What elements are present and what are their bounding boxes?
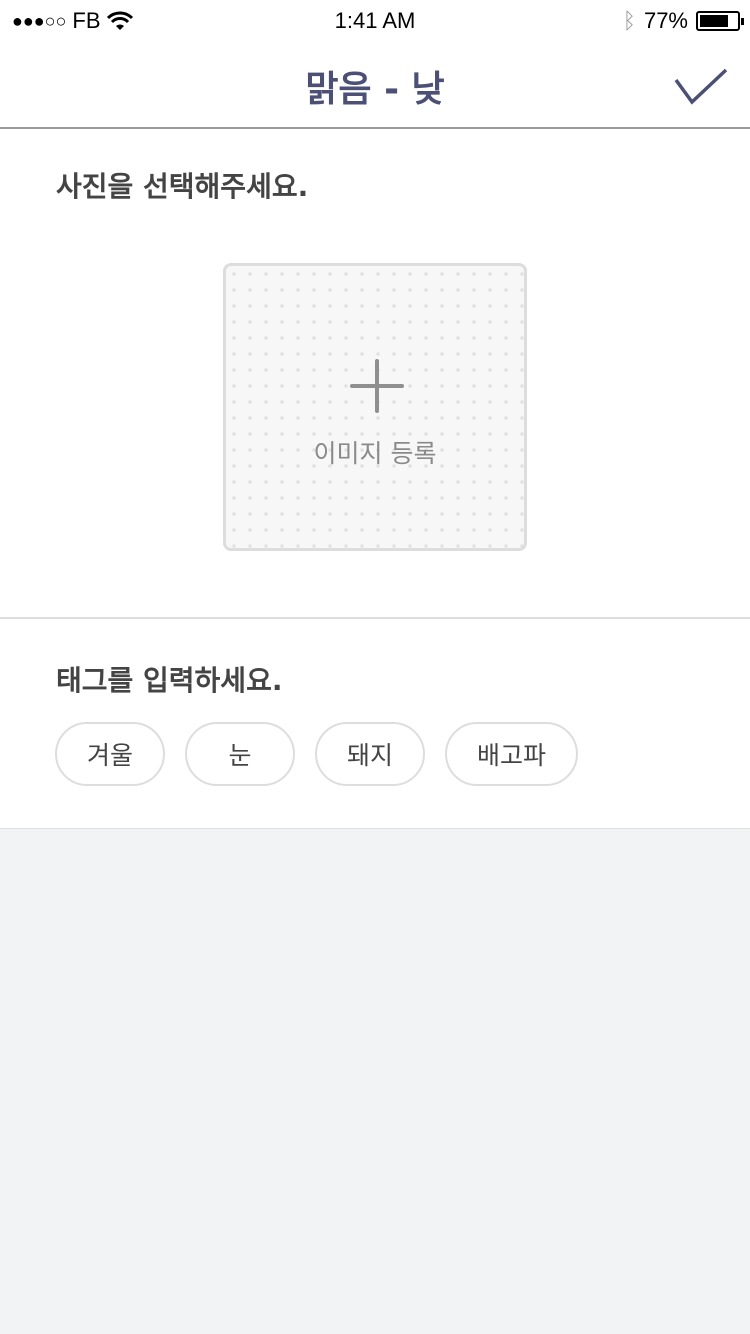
confirm-check-icon[interactable] (674, 68, 728, 106)
plus-icon (350, 359, 404, 413)
tag-chip[interactable]: 눈 (185, 722, 296, 786)
photo-heading: 사진을 선택해주세요. (56, 170, 309, 203)
battery-icon (696, 11, 744, 31)
image-upload-label: 이미지 등록 (313, 439, 437, 468)
tag-list: 겨울 눈 돼지 배고파 (55, 722, 579, 786)
tag-heading: 태그를 입력하세요. (56, 664, 283, 697)
bluetooth-icon: ᛒ (622, 8, 636, 33)
image-upload-button[interactable]: 이미지 등록 (223, 263, 527, 551)
tag-section: 태그를 입력하세요. 겨울 눈 돼지 배고파 (0, 619, 750, 829)
photo-section: 사진을 선택해주세요. 이미지 등록 (0, 129, 750, 619)
tag-chip[interactable]: 돼지 (315, 722, 426, 786)
status-bar: ●●●○○ FB 1:41 AM ᛒ 77% (0, 0, 750, 40)
nav-bar: 맑음 - 낮 (0, 40, 750, 129)
battery-percent: 77% (643, 8, 688, 33)
tag-chip[interactable]: 배고파 (445, 722, 579, 786)
tag-chip[interactable]: 겨울 (55, 722, 166, 786)
page-title: 맑음 - 낮 (305, 69, 445, 110)
